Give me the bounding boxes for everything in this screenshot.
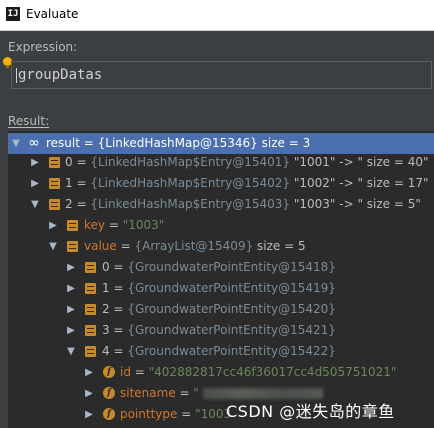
node-name: result (46, 136, 80, 150)
window-title: Evaluate (26, 7, 79, 21)
expanded-arrow-icon[interactable]: ▼ (30, 194, 40, 215)
intellij-app-icon: IJ (6, 7, 20, 21)
tree-row-result[interactable]: ▼ ∞ result = {LinkedHashMap@15346} size … (8, 133, 434, 154)
collapsed-arrow-icon[interactable]: ▶ (66, 257, 76, 278)
tree-row-item-3[interactable]: ▶ 3 = {GroundwaterPointEntity@15421} (8, 320, 434, 341)
tree-row-entry-1[interactable]: ▶ 1 = {LinkedHashMap$Entry@15402} "1002"… (8, 173, 434, 194)
field-icon (85, 262, 96, 273)
collapsed-arrow-icon[interactable]: ▶ (66, 278, 76, 299)
tree-row-entry-0[interactable]: ▶ 0 = {LinkedHashMap$Entry@15401} "1001"… (8, 152, 434, 173)
expanded-arrow-icon[interactable]: ▼ (11, 133, 21, 154)
watermark: CSDN @迷失岛的章鱼 (226, 402, 395, 421)
collapsed-arrow-icon[interactable]: ▶ (84, 362, 94, 383)
field-f-icon: f (103, 387, 115, 399)
expanded-arrow-icon[interactable]: ▼ (48, 236, 58, 257)
field-icon (85, 304, 96, 315)
tree-row-item-1[interactable]: ▶ 1 = {GroundwaterPointEntity@15419} (8, 278, 434, 299)
collapsed-arrow-icon[interactable]: ▶ (66, 299, 76, 320)
field-icon (49, 199, 60, 210)
tree-row-item-0[interactable]: ▶ 0 = {GroundwaterPointEntity@15418} (8, 257, 434, 278)
field-f-icon: f (103, 366, 115, 378)
tree-row-key[interactable]: ▶ key = "1003" (8, 215, 434, 236)
tree-row-item-4[interactable]: ▼ 4 = {GroundwaterPointEntity@15422} (8, 341, 434, 362)
expression-value: groupDatas (18, 67, 103, 83)
field-icon (67, 241, 78, 252)
collapsed-arrow-icon[interactable]: ▶ (30, 152, 40, 173)
node-ref: {LinkedHashMap@15346} (97, 136, 258, 150)
expression-label: Expression: (8, 40, 78, 54)
text-caret (16, 67, 17, 83)
tree-row-field-id[interactable]: ▶ f id = "402882817cc46f36017cc4d5057510… (8, 362, 434, 383)
collapsed-arrow-icon[interactable]: ▶ (48, 215, 58, 236)
collapsed-arrow-icon[interactable]: ▶ (30, 173, 40, 194)
field-icon (67, 220, 78, 231)
tree-row-entry-2[interactable]: ▼ 2 = {LinkedHashMap$Entry@15403} "1003"… (8, 194, 434, 215)
collapsed-arrow-icon[interactable]: ▶ (66, 320, 76, 341)
collapsed-arrow-icon[interactable]: ▶ (84, 383, 94, 404)
field-f-icon: f (103, 408, 115, 420)
expression-input[interactable]: groupDatas (11, 61, 432, 89)
field-icon (49, 178, 60, 189)
collapsed-arrow-icon[interactable]: ▶ (84, 404, 94, 425)
infinity-watch-icon: ∞ (28, 135, 40, 151)
field-icon (85, 283, 96, 294)
field-icon (85, 325, 96, 336)
result-tree[interactable]: ▼ ∞ result = {LinkedHashMap@15346} size … (8, 131, 434, 428)
title-bar: IJ Evaluate (0, 0, 434, 31)
tree-row-item-2[interactable]: ▶ 2 = {GroundwaterPointEntity@15420} (8, 299, 434, 320)
field-icon (49, 157, 60, 168)
expanded-arrow-icon[interactable]: ▼ (66, 341, 76, 362)
tree-row-value[interactable]: ▼ value = {ArrayList@15409} size = 5 (8, 236, 434, 257)
result-label: Result: (8, 114, 50, 128)
field-icon (85, 346, 96, 357)
